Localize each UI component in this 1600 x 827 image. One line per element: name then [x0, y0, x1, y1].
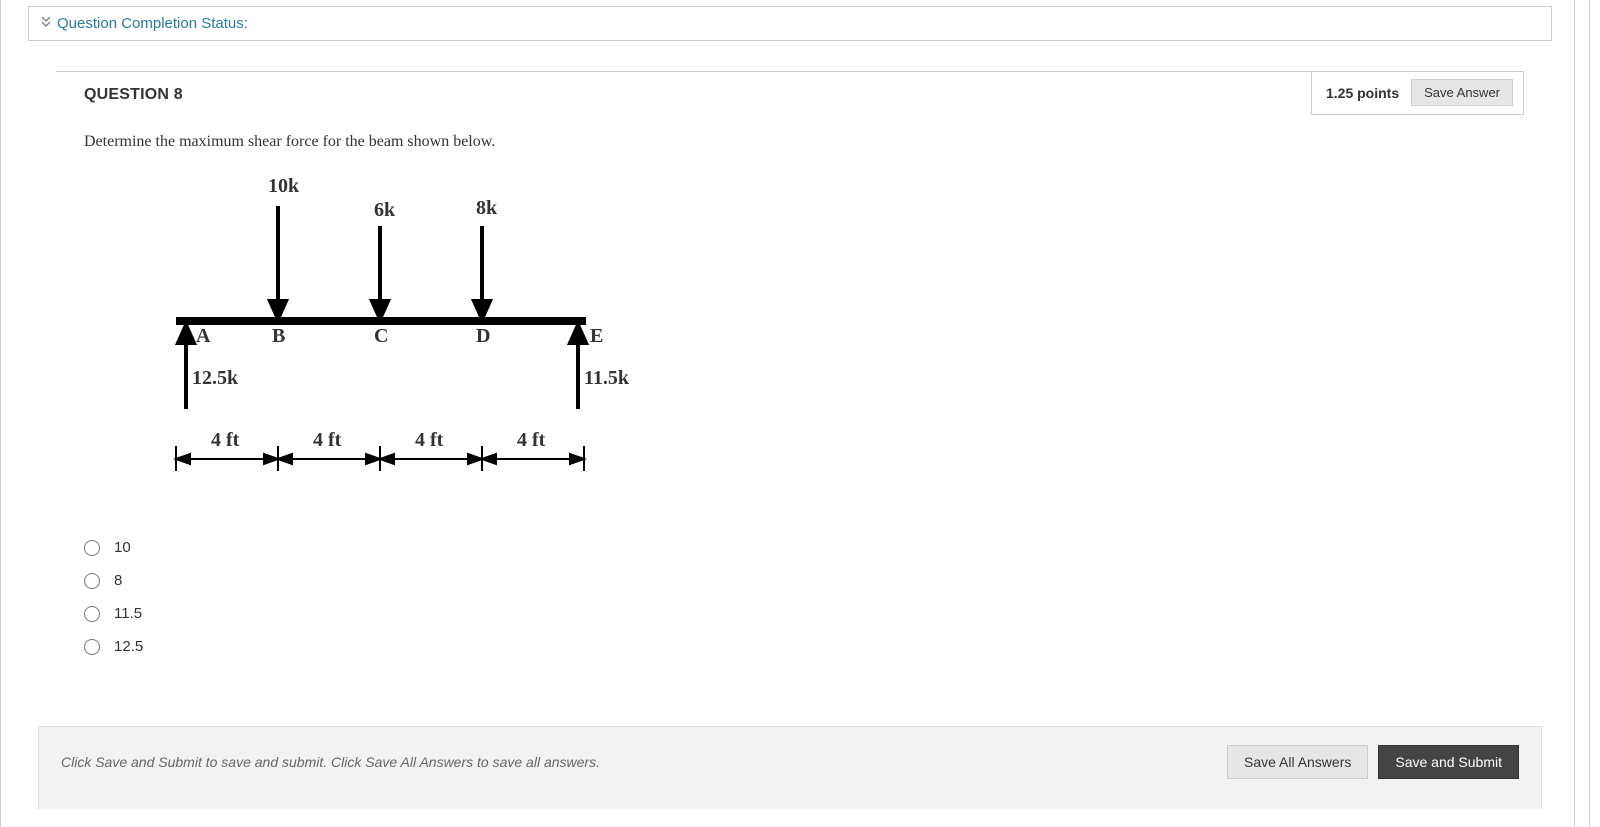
option-3[interactable]: 11.5 [84, 597, 1524, 630]
points-value: 1.25 points [1326, 85, 1399, 101]
option-3-label: 11.5 [114, 605, 142, 622]
option-1-label: 10 [114, 539, 131, 556]
option-1[interactable]: 10 [84, 531, 1524, 564]
node-d: D [476, 325, 490, 348]
beam-diagram: 10k 6k 8k A B C D E 12.5k 11.5k 4 ft 4 f… [116, 171, 636, 491]
completion-status-bar[interactable]: Question Completion Status: [28, 6, 1552, 41]
span-1: 4 ft [211, 429, 239, 452]
span-3: 4 ft [415, 429, 443, 452]
save-all-answers-button[interactable]: Save All Answers [1227, 745, 1368, 779]
node-c: C [374, 325, 388, 348]
span-4: 4 ft [517, 429, 545, 452]
save-and-submit-button[interactable]: Save and Submit [1378, 745, 1519, 779]
option-3-radio[interactable] [84, 606, 100, 622]
reaction-e: 11.5k [584, 367, 629, 390]
option-4-label: 12.5 [114, 638, 143, 655]
save-answer-button[interactable]: Save Answer [1411, 79, 1513, 106]
span-2: 4 ft [313, 429, 341, 452]
points-box: 1.25 points Save Answer [1311, 71, 1524, 115]
option-1-radio[interactable] [84, 540, 100, 556]
node-e: E [590, 325, 603, 348]
load-label-c: 6k [374, 199, 395, 222]
option-2-label: 8 [114, 572, 122, 589]
footer-bar: Click Save and Submit to save and submit… [38, 726, 1542, 809]
completion-status-label: Question Completion Status: [57, 15, 248, 32]
option-2[interactable]: 8 [84, 564, 1524, 597]
answer-options: 10 8 11.5 12.5 [56, 531, 1524, 663]
option-2-radio[interactable] [84, 573, 100, 589]
load-label-d: 8k [476, 197, 497, 220]
chevron-down-icon [41, 17, 51, 30]
node-b: B [272, 325, 285, 348]
footer-hint: Click Save and Submit to save and submit… [61, 754, 600, 770]
node-a: A [196, 325, 210, 348]
question-block: QUESTION 8 1.25 points Save Answer Deter… [56, 72, 1524, 693]
option-4[interactable]: 12.5 [84, 630, 1524, 663]
load-label-b: 10k [268, 175, 299, 198]
option-4-radio[interactable] [84, 639, 100, 655]
question-prompt: Determine the maximum shear force for th… [56, 133, 1524, 151]
question-title: QUESTION 8 [56, 86, 183, 104]
reaction-a: 12.5k [192, 367, 238, 390]
